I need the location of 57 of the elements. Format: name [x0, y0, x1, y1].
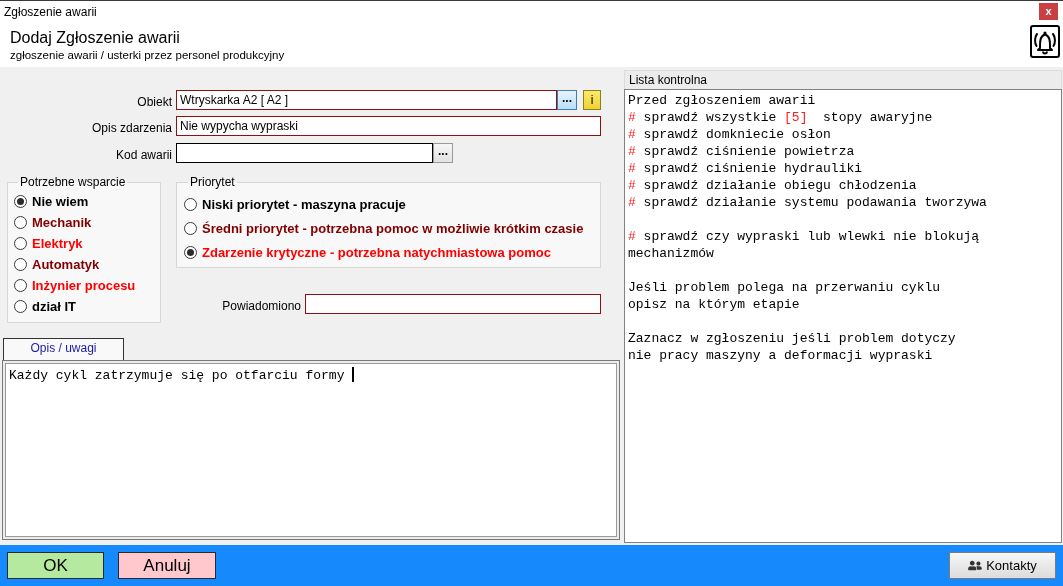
users-icon — [968, 560, 983, 571]
radio-option[interactable]: Mechanik — [14, 214, 92, 231]
cancel-button[interactable]: Anuluj — [118, 552, 216, 579]
close-button[interactable]: x — [1039, 3, 1058, 20]
checklist-line: opisz na którym etapie — [628, 296, 801, 313]
field-label: Powiadomiono — [221, 298, 302, 314]
radio-option[interactable]: Średni priorytet - potrzebna pomoc w możliwie krótkim czasie — [184, 220, 584, 237]
info-button[interactable]: i — [583, 90, 601, 110]
radio-option[interactable]: Automatyk — [14, 256, 100, 273]
radio-option[interactable]: Niski priorytet - maszyna pracuje — [184, 196, 406, 213]
field-label: Kod awarii — [114, 147, 173, 163]
radio-option[interactable]: Inżynier procesu — [14, 277, 136, 294]
checklist-line: # sprawdź czy wypraski lub wlewki nie blokują — [628, 228, 981, 245]
group-title: Potrzebne wsparcie — [19, 175, 127, 189]
radio-icon[interactable] — [14, 300, 27, 313]
form-title: Dodaj Zgłoszenie awarii — [10, 28, 181, 47]
checklist-line: Przed zgłoszeniem awarii — [628, 92, 817, 109]
contacts-button[interactable]: Kontakty — [949, 552, 1056, 579]
radio-option[interactable]: Zdarzenie krytyczne - potrzebna natychmiastowa pomoc — [184, 244, 551, 261]
lookup-button[interactable]: ... — [433, 143, 453, 163]
form-subtitle: zgłoszenie awarii / usterki przez personel produkcyjny — [10, 48, 285, 62]
radio-option[interactable]: Nie wiem — [14, 193, 89, 210]
radio-icon[interactable] — [184, 222, 197, 235]
notes-field[interactable]: Każdy cykl zatrzymuje się po otfarciu formy — [2, 360, 620, 540]
group-title: Priorytet — [189, 175, 236, 189]
notes-tab[interactable]: Opis / uwagi — [3, 338, 124, 360]
radio-icon[interactable] — [184, 198, 197, 211]
object-field[interactable]: Wtryskarka A2 [ A2 ] — [176, 90, 557, 110]
radio-icon[interactable] — [14, 279, 27, 292]
checklist-line: # sprawdź ciśnienie hydrauliki — [628, 160, 864, 177]
radio-icon[interactable] — [14, 216, 27, 229]
notified-field[interactable] — [305, 294, 601, 314]
checklist-line: # sprawdź domkniecie osłon — [628, 126, 832, 143]
checklist-line: # sprawdź ciśnienie powietrza — [628, 143, 856, 160]
radio-option[interactable]: Elektryk — [14, 235, 83, 252]
field-label: Obiekt — [136, 94, 173, 110]
checklist-line: # sprawdź działanie systemu podawania tworzywa — [628, 194, 988, 211]
checklist-line: nie pracy maszyny a deformacji wypraski — [628, 347, 934, 364]
checklist-line: # sprawdź wszystkie [5] stopy awaryjne — [628, 109, 934, 126]
radio-icon[interactable] — [14, 237, 27, 250]
description-field[interactable]: Nie wypycha wypraski — [176, 116, 601, 136]
radio-icon[interactable] — [14, 195, 27, 208]
window-title: Zgłoszenie awarii — [4, 4, 97, 19]
radio-icon[interactable] — [184, 246, 197, 259]
checklist-line: Zaznacz w zgłoszeniu jeśli problem dotyczy — [628, 330, 957, 347]
checklist-line: Jeśli problem polega na przerwaniu cyklu — [628, 279, 942, 296]
confirm-button[interactable]: OK — [7, 552, 104, 579]
checklist-line: # sprawdź działanie obiegu chłodzenia — [628, 177, 918, 194]
panel-title: Lista kontrolna — [624, 70, 1062, 89]
radio-option[interactable]: dział IT — [14, 298, 77, 315]
alarm-bell-icon — [1030, 25, 1060, 58]
lookup-button[interactable]: ... — [557, 90, 577, 110]
field-label: Opis zdarzenia — [90, 120, 173, 136]
code-field[interactable] — [176, 143, 433, 163]
checklist-line: mechanizmów — [628, 245, 715, 262]
radio-icon[interactable] — [14, 258, 27, 271]
text-cursor — [352, 367, 355, 382]
